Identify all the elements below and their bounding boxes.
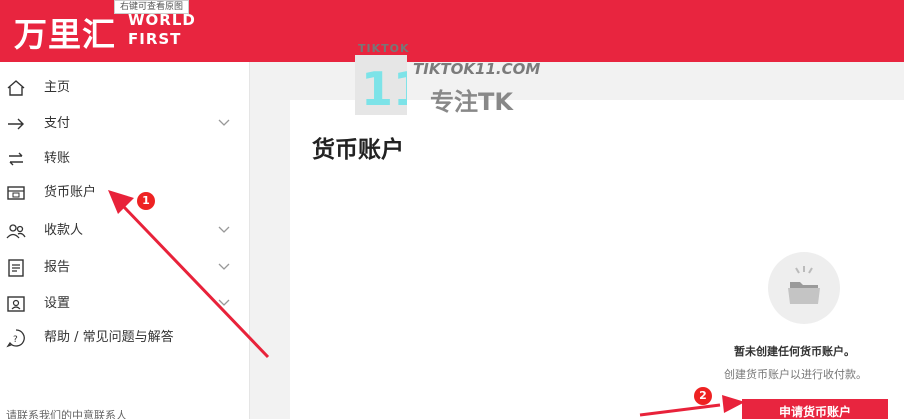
sidebar-item-label: 货币账户 <box>44 185 97 200</box>
report-icon <box>8 259 24 277</box>
empty-state-description: 创建货币账户以进行收付款。 <box>724 368 867 381</box>
apply-currency-account-button[interactable]: 申请货币账户 <box>742 399 888 419</box>
sidebar-item-label: 报告 <box>44 260 71 275</box>
sidebar-item-label: 主页 <box>44 80 71 95</box>
watermark-number: 11 <box>361 62 407 115</box>
sidebar-item-reports[interactable]: 报告 <box>0 250 250 286</box>
watermark-url: TIKTOK11.COM <box>413 60 541 78</box>
sidebar-item-home[interactable]: 主页 <box>0 70 250 106</box>
empty-state-title: 暂未创建任何货币账户。 <box>734 345 855 358</box>
sidebar-item-label: 支付 <box>44 116 71 131</box>
sidebar-item-label: 帮助 / 常见问题与解答 <box>44 330 174 345</box>
sidebar: 主页 支付 转账 货币账户 收款人 报告 设置 ? 帮助 / 常见问题与解答 请… <box>0 62 250 419</box>
currency-account-card: 货币账户 暂未创建任何货币账户。 创建货币账户以进行收付款。 申请货币账户 <box>290 100 904 419</box>
logo-en-line2: FIRST <box>128 30 182 48</box>
wallet-icon <box>7 186 25 200</box>
sidebar-item-label: 设置 <box>44 296 71 311</box>
annotation-badge-2: 2 <box>694 387 712 405</box>
page-title: 货币账户 <box>312 137 404 163</box>
sidebar-item-label: 收款人 <box>44 223 84 238</box>
chevron-down-icon[interactable] <box>217 259 231 273</box>
arrow-right-icon <box>8 118 24 130</box>
folder-icon <box>788 266 820 304</box>
home-icon <box>7 80 25 96</box>
transfer-icon <box>9 152 23 166</box>
sidebar-item-help[interactable]: ? 帮助 / 常见问题与解答 <box>0 320 250 356</box>
chevron-down-icon[interactable] <box>217 295 231 309</box>
sidebar-footer-text[interactable]: 请联系我们的中意联系人 <box>6 407 127 419</box>
watermark-tiktok: TIKTOK <box>358 42 410 55</box>
watermark-logo-icon: 11 <box>355 55 407 115</box>
watermark-slogan: 专注TK <box>430 88 513 116</box>
logo-chinese[interactable]: 万里汇 <box>14 8 116 56</box>
sidebar-item-transfer[interactable]: 转账 <box>0 141 250 177</box>
logo-english: WORLD FIRST <box>128 11 196 49</box>
empty-state-illustration <box>768 252 840 324</box>
settings-icon <box>7 296 25 312</box>
help-icon: ? <box>6 329 25 348</box>
chevron-down-icon[interactable] <box>217 222 231 236</box>
sidebar-item-label: 转账 <box>44 151 71 166</box>
users-icon <box>6 224 26 239</box>
sidebar-item-payees[interactable]: 收款人 <box>0 213 250 249</box>
sidebar-item-pay[interactable]: 支付 <box>0 106 250 142</box>
sidebar-item-settings[interactable]: 设置 <box>0 286 250 322</box>
annotation-badge-1: 1 <box>137 192 155 210</box>
svg-text:?: ? <box>13 335 18 345</box>
chevron-down-icon[interactable] <box>217 115 231 129</box>
top-header: 万里汇 WORLD FIRST 右键可查看原图 <box>0 0 904 62</box>
sidebar-item-currency-account[interactable]: 货币账户 <box>0 175 250 211</box>
image-tooltip: 右键可查看原图 <box>114 0 190 14</box>
